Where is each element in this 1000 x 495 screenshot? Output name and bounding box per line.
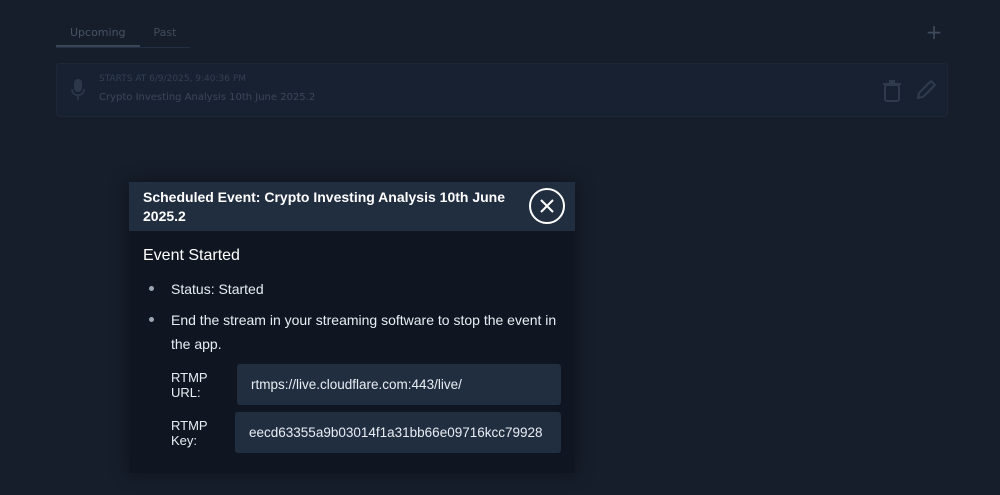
rtmp-url-row: RTMP URL: xyxy=(171,364,561,405)
event-title: Crypto Investing Analysis 10th June 2025… xyxy=(99,92,316,103)
event-start-time: STARTS AT 6/9/2025, 9:40:36 PM xyxy=(99,74,247,84)
status-list: Status: Started End the stream in your s… xyxy=(143,277,561,356)
trash-icon[interactable] xyxy=(883,80,901,102)
close-icon xyxy=(540,199,554,213)
status-text: Status: Started xyxy=(171,281,264,297)
add-event-button[interactable]: + xyxy=(924,22,944,42)
scheduled-event-modal: Scheduled Event: Crypto Investing Analys… xyxy=(129,182,575,473)
event-status-heading: Event Started xyxy=(143,247,240,264)
bullet-icon xyxy=(149,317,154,322)
pencil-icon[interactable] xyxy=(915,79,937,101)
event-card[interactable]: STARTS AT 6/9/2025, 9:40:36 PM Crypto In… xyxy=(56,63,948,117)
rtmp-url-field[interactable] xyxy=(237,364,561,405)
close-button[interactable] xyxy=(529,188,565,224)
microphone-icon xyxy=(71,79,85,100)
rtmp-key-label: RTMP Key: xyxy=(171,417,208,448)
plus-icon: + xyxy=(925,20,943,44)
modal-header: Scheduled Event: Crypto Investing Analys… xyxy=(129,182,575,231)
rtmp-url-label: RTMP URL: xyxy=(171,369,208,400)
list-item: Status: Started xyxy=(143,277,561,301)
bullet-icon xyxy=(149,286,154,291)
rtmp-key-row: RTMP Key: xyxy=(171,412,561,453)
list-item: End the stream in your streaming softwar… xyxy=(143,308,561,356)
event-tabs: Upcoming Past xyxy=(56,22,191,48)
stop-instructions-text: End the stream in your streaming softwar… xyxy=(171,312,557,352)
rtmp-key-field[interactable] xyxy=(235,412,561,453)
modal-body: Event Started Status: Started End the st… xyxy=(129,231,575,379)
tab-upcoming[interactable]: Upcoming xyxy=(56,22,140,47)
modal-title: Scheduled Event: Crypto Investing Analys… xyxy=(143,189,506,224)
tab-past[interactable]: Past xyxy=(140,22,191,47)
